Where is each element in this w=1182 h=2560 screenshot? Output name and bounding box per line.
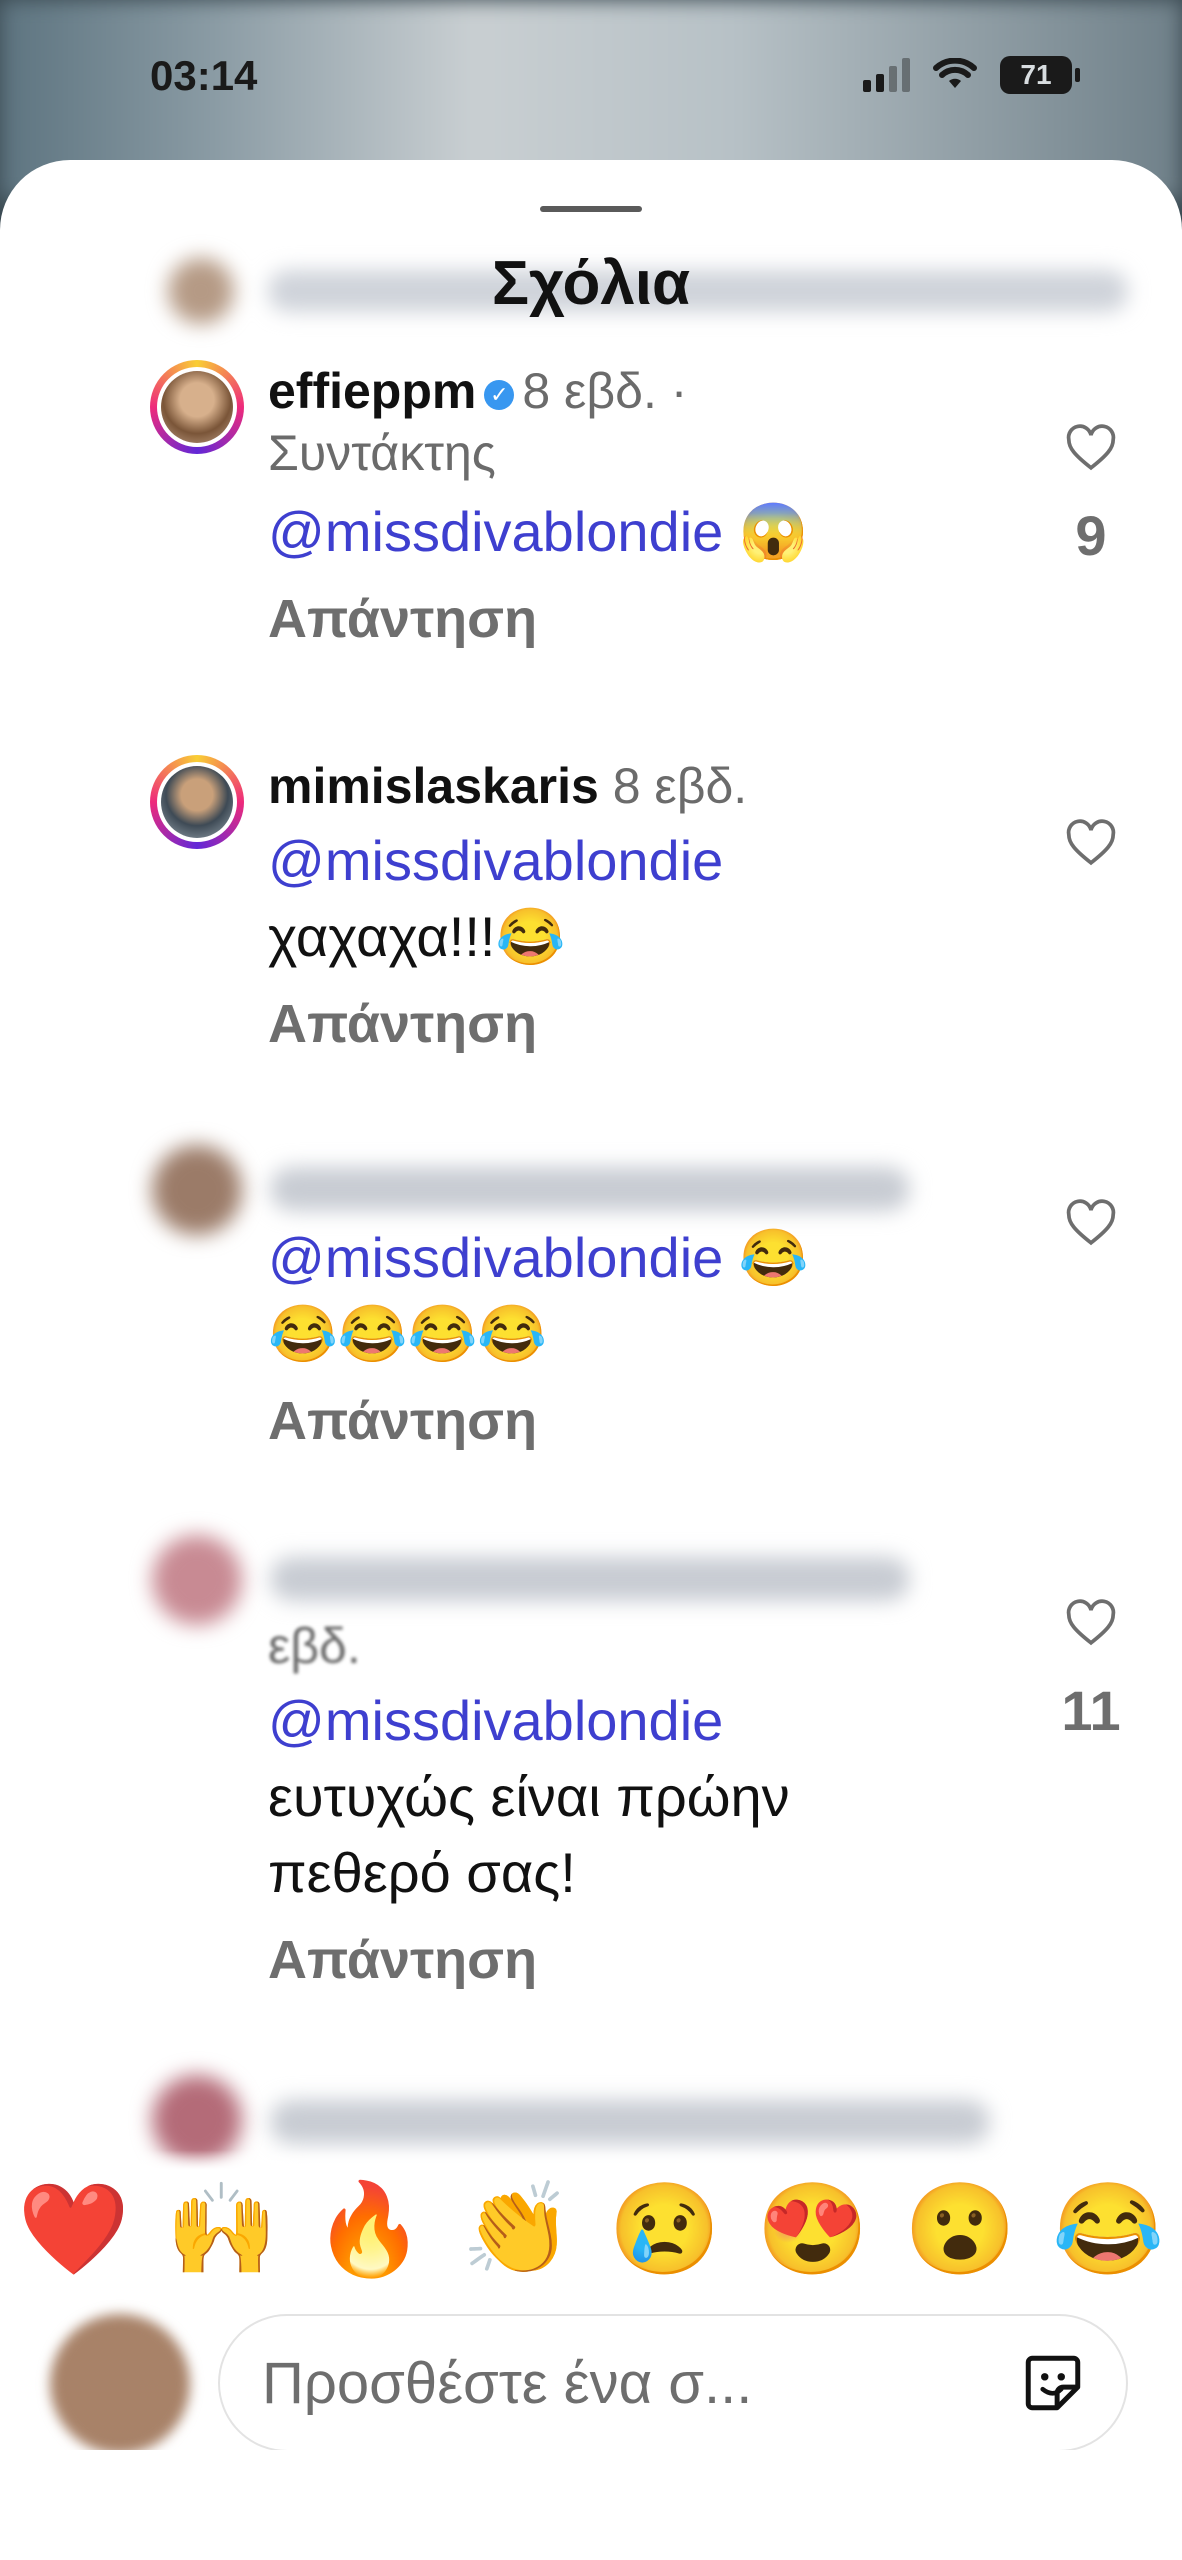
- comment-text: πεθερό σας!: [268, 1841, 576, 1904]
- comment-time: 8 εβδ.: [612, 758, 748, 814]
- status-icons: 71: [863, 56, 1080, 94]
- sheet-grabber[interactable]: [540, 206, 642, 212]
- reaction-heart[interactable]: ❤️: [18, 2180, 130, 2280]
- reaction-crying[interactable]: 😢: [609, 2180, 721, 2280]
- battery-level: 71: [1020, 59, 1052, 90]
- comment-composer: Προσθέστε ένα σ...: [0, 2300, 1182, 2454]
- comment-text: 😱: [738, 500, 809, 563]
- signal-icon: [863, 58, 910, 92]
- like-count: 9: [1075, 504, 1107, 567]
- mention-link[interactable]: @missdivablondie: [268, 823, 968, 899]
- reaction-laughing[interactable]: 😂: [1052, 2180, 1164, 2280]
- heart-icon[interactable]: [1063, 815, 1119, 871]
- heart-icon[interactable]: [1063, 1195, 1119, 1251]
- avatar[interactable]: [152, 1145, 242, 1235]
- status-bar: 03:14 71: [0, 0, 1182, 160]
- heart-icon[interactable]: [1063, 420, 1119, 476]
- like-control[interactable]: 9: [1056, 420, 1126, 568]
- avatar[interactable]: [150, 360, 244, 454]
- blurred-comment: [270, 2100, 990, 2144]
- reply-button[interactable]: Απάντηση: [268, 1390, 968, 1452]
- mention-link[interactable]: @missdivablondie: [268, 500, 723, 563]
- verified-badge-icon: ✓: [484, 379, 515, 410]
- sheet-title: Σχόλια: [491, 249, 691, 318]
- comment-text: χαχαχα!!!😂: [268, 905, 566, 968]
- blurred-username: [270, 1167, 910, 1211]
- comment-input-placeholder[interactable]: Προσθέστε ένα σ...: [262, 2350, 1020, 2417]
- mention-link[interactable]: @missdivablondie: [268, 1226, 723, 1289]
- reaction-clap[interactable]: 👏: [461, 2180, 573, 2280]
- avatar[interactable]: [150, 755, 244, 849]
- reply-button[interactable]: Απάντηση: [268, 588, 968, 650]
- comment-input[interactable]: Προσθέστε ένα σ...: [218, 2314, 1128, 2452]
- like-control[interactable]: 11: [1056, 1595, 1126, 1743]
- status-time: 03:14: [150, 52, 258, 99]
- like-control[interactable]: [1056, 815, 1126, 876]
- sticker-icon[interactable]: [1020, 2350, 1086, 2416]
- heart-icon[interactable]: [1063, 1595, 1119, 1651]
- wifi-icon: [933, 58, 977, 88]
- battery-icon: 71: [1000, 56, 1080, 94]
- bottom-safe-area: [0, 2450, 1182, 2560]
- like-count: 11: [1061, 1679, 1121, 1742]
- avatar[interactable]: [152, 1535, 242, 1625]
- blurred-username: [270, 1557, 910, 1601]
- reaction-heart-eyes[interactable]: 😍: [757, 2180, 869, 2280]
- mention-link[interactable]: @missdivablondie: [268, 1683, 968, 1759]
- comment-username[interactable]: mimislaskaris: [268, 758, 599, 814]
- comment-text: 😂😂😂😂: [268, 1302, 547, 1365]
- comment-username[interactable]: effieppm: [268, 363, 476, 419]
- reaction-fire[interactable]: 🔥: [313, 2180, 425, 2280]
- reaction-raised-hands[interactable]: 🙌: [166, 2180, 278, 2280]
- quick-reactions-bar: ❤️ 🙌 🔥 👏 😢 😍 😮 😂: [0, 2170, 1182, 2290]
- like-control[interactable]: [1056, 1195, 1126, 1256]
- reply-button[interactable]: Απάντηση: [268, 1929, 968, 1991]
- comment-role: Συντάκτης: [268, 425, 496, 481]
- comment-time: 8 εβδ.: [522, 363, 657, 419]
- comment-time: εβδ.: [268, 1618, 361, 1674]
- reaction-surprised[interactable]: 😮: [904, 2180, 1016, 2280]
- reply-button[interactable]: Απάντηση: [268, 993, 968, 1055]
- comment-text: 😂: [738, 1226, 809, 1289]
- my-avatar: [50, 2314, 190, 2454]
- meta-separator: ·: [670, 363, 688, 419]
- comment-text: ευτυχώς είναι πρώην: [268, 1765, 790, 1828]
